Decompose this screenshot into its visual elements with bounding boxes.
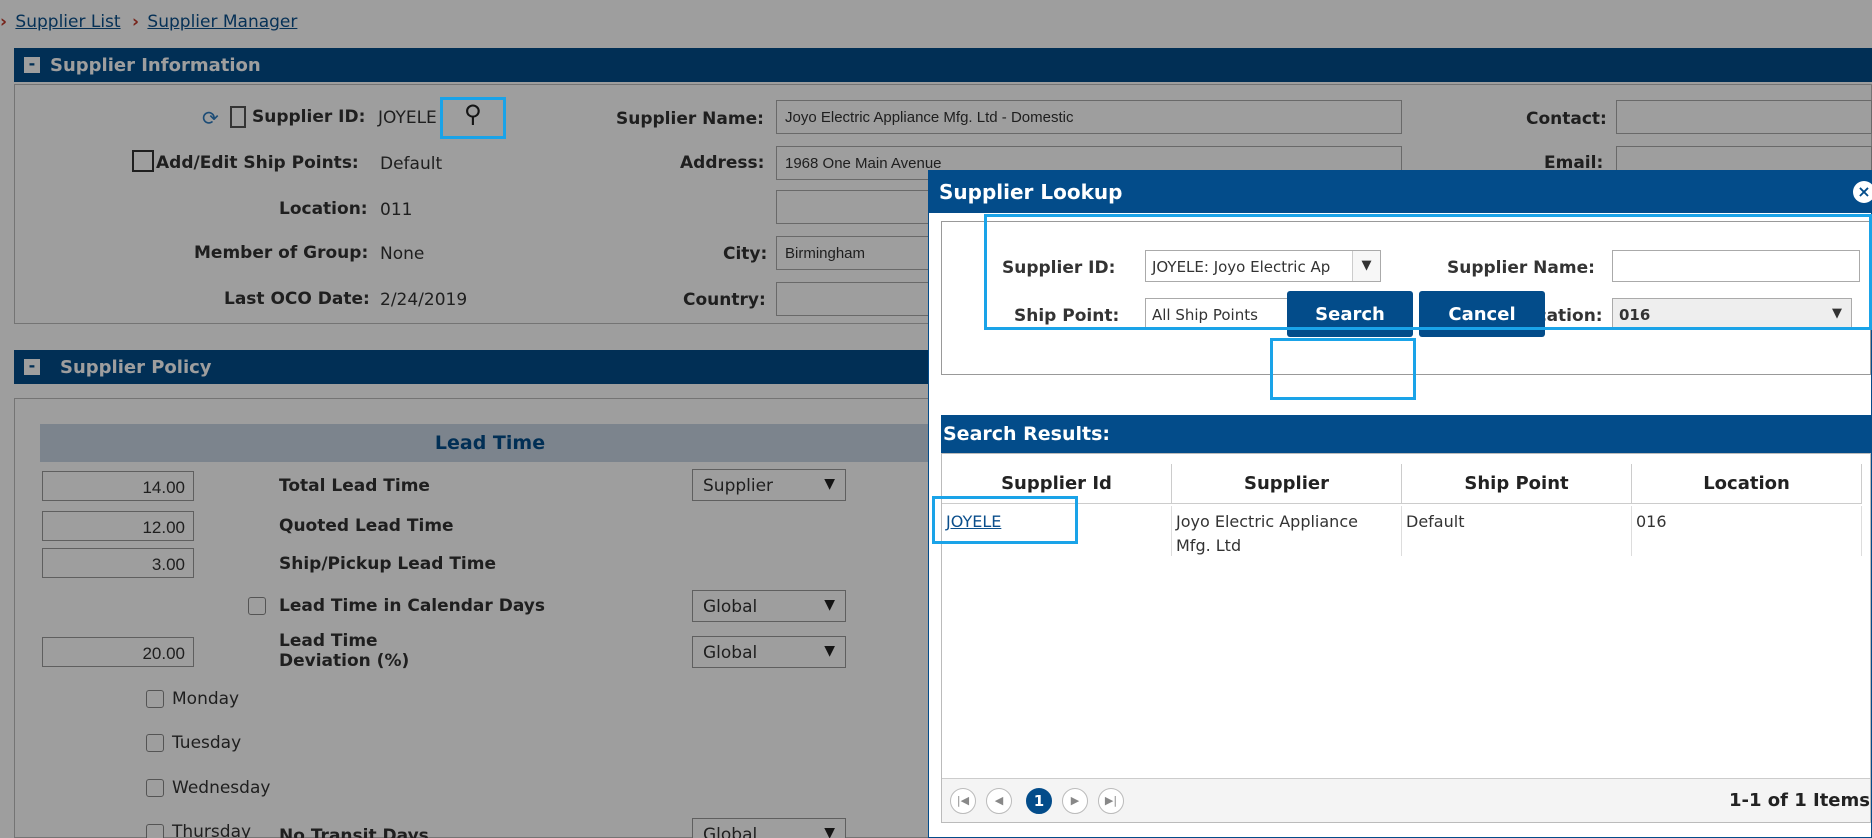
supplier-line-1: Joyo Electric Appliance xyxy=(1176,512,1358,531)
highlight-box xyxy=(932,496,1078,544)
dialog-title: Supplier Lookup xyxy=(929,171,1871,213)
first-page-icon[interactable]: |◀ xyxy=(950,788,976,814)
table-row-supplier: Joyo Electric Appliance Mfg. Ltd xyxy=(1172,506,1402,556)
highlight-box xyxy=(984,214,1872,330)
col-header-ship-point[interactable]: Ship Point xyxy=(1402,464,1632,504)
supplier-line-2: Mfg. Ltd xyxy=(1176,536,1242,555)
search-results-header: Search Results: xyxy=(941,415,1871,453)
last-page-icon[interactable]: ▶| xyxy=(1098,788,1124,814)
prev-page-icon[interactable]: ◀ xyxy=(986,788,1012,814)
close-icon[interactable]: × xyxy=(1853,181,1872,203)
col-header-supplier[interactable]: Supplier xyxy=(1172,464,1402,504)
page-1-button[interactable]: 1 xyxy=(1026,788,1052,814)
highlight-box xyxy=(440,97,506,139)
pager-info: 1-1 of 1 Items xyxy=(1728,790,1870,811)
results-grid: Supplier Id Supplier Ship Point Location… xyxy=(941,453,1871,823)
table-row-location: 016 xyxy=(1632,506,1862,556)
col-header-location[interactable]: Location xyxy=(1632,464,1862,504)
highlight-box xyxy=(1270,338,1416,400)
pager: |◀ ◀ 1 ▶ ▶| 1-1 of 1 Items xyxy=(942,778,1870,822)
next-page-icon[interactable]: ▶ xyxy=(1062,788,1088,814)
table-row-ship-point: Default xyxy=(1402,506,1632,556)
